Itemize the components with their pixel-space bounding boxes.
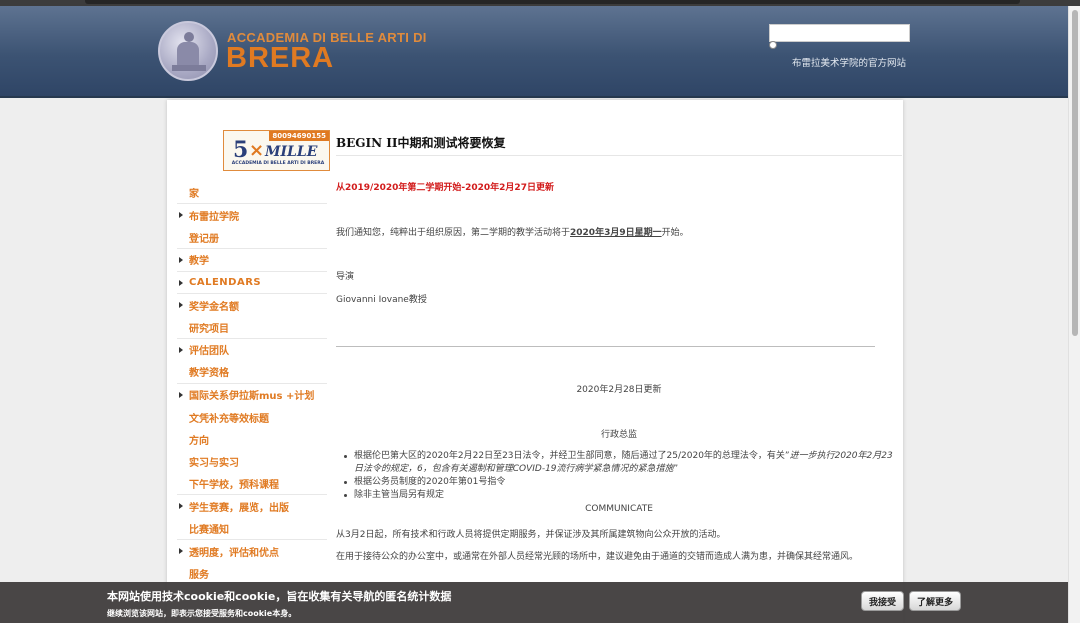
list-item: 除非主管当局另有规定 [342, 489, 900, 502]
p1-date: 2020年3月9日星期一 [570, 228, 662, 238]
sidebar-item[interactable]: 实习与实习 [177, 451, 327, 473]
triangle-right-icon [179, 346, 183, 353]
bullet1-text: 根据伦巴第大区的2020年2月22日至23日法令，并经卫生部同意，随后通过了25… [354, 451, 790, 461]
sidebar-item[interactable]: 研究项目 [177, 316, 327, 339]
logo-figure-body [177, 42, 199, 66]
sidebar-item[interactable]: 评估团队 [177, 339, 327, 361]
list-item: 根据伦巴第大区的2020年2月22日至23日法令，并经卫生部同意，随后通过了25… [342, 450, 900, 476]
sidebar-item-label: 文凭补充等效标题 [189, 413, 269, 425]
bullet-list: 根据伦巴第大区的2020年2月22日至23日法令，并经卫生部同意，随后通过了25… [342, 450, 900, 502]
triangle-right-icon [179, 301, 183, 308]
update-notice: 从2019/2020年第二学期开始-2020年2月27日更新 [336, 183, 554, 193]
5xmille-banner[interactable]: 80094690155 5 × MILLE ACCADEMIA DI BELLE… [223, 130, 330, 171]
triangle-right-icon [179, 503, 183, 510]
triangle-right-icon [179, 279, 183, 286]
banner-subtitle: ACCADEMIA DI BELLE ARTI DI BRERA [231, 161, 325, 166]
cookie-accept-button[interactable]: 我接受 [861, 591, 905, 611]
director-name: Giovanni Iovane教授 [336, 295, 427, 305]
triangle-right-icon [179, 391, 183, 398]
logo-medal-icon[interactable] [158, 21, 218, 81]
paragraph-staff: 从3月2日起，所有技术和行政人员将提供定期服务，并保证涉及其所属建筑物向公众开放… [336, 530, 726, 540]
banner-word: MILLE [265, 144, 318, 160]
cookie-subtitle: 继续浏览该网站，即表示您接受服务和cookie本身。 [107, 609, 297, 618]
sidebar-item[interactable]: 比赛通知 [177, 518, 327, 541]
header-tagline: 布雷拉美术学院的官方网站 [791, 58, 906, 69]
sidebar-item-label: 研究项目 [189, 323, 229, 335]
sidebar-item[interactable]: 布雷拉学院 [177, 204, 327, 226]
p1-before: 我们通知您，纯粹出于组织原因，第二学期的教学活动将于 [336, 228, 571, 238]
cookie-learn-more-button[interactable]: 了解更多 [909, 591, 962, 611]
sidebar-item-label: 教学 [189, 256, 209, 268]
paragraph-offices: 在用于接待公众的办公室中，或通常在外部人员经常光顾的场所中，建议避免由于通道的交… [336, 552, 859, 562]
triangle-right-icon [179, 548, 183, 555]
search-input[interactable] [769, 24, 910, 42]
sidebar-item-label: 实习与实习 [189, 458, 239, 470]
sidebar-item[interactable]: 方向 [177, 428, 327, 450]
sidebar-nav: 家布雷拉学院登记册教学 CALENDARS 奖学金名额研究项目评估团队教学资格国际关… [177, 182, 327, 585]
director-label: 导演 [336, 272, 355, 282]
sidebar-item-label: 布雷拉学院 [189, 212, 239, 224]
bullet1-end: ” [673, 464, 679, 474]
cookie-title: 本网站使用技术cookie和cookie，旨在收集有关导航的匿名统计数据 [107, 590, 452, 603]
scrollbar-thumb[interactable] [1072, 10, 1078, 336]
sidebar-item-label: 评估团队 [189, 346, 229, 358]
sidebar-item-label: 服务 [189, 570, 209, 582]
logo-figure-head [184, 32, 194, 42]
browser-address-strip [85, 0, 1020, 4]
admin-heading: 行政总监 [600, 430, 637, 440]
sidebar-item-label: 国际关系伊拉斯mus +计划 [189, 391, 315, 403]
sidebar-item-label: 下午学校，预科课程 [189, 480, 279, 492]
paragraph-start-date: 我们通知您，纯粹出于组织原因，第二学期的教学活动将于2020年3月9日星期一开始… [336, 225, 689, 238]
search-radio-icon[interactable] [769, 41, 777, 49]
sidebar-item[interactable]: 国际关系伊拉斯mus +计划 [177, 384, 327, 406]
banner-number: 5 [233, 137, 249, 163]
sidebar-item[interactable]: 文凭补充等效标题 [177, 406, 327, 428]
sidebar-item[interactable]: 家 [177, 182, 327, 205]
sidebar-item[interactable]: 教学 [177, 249, 327, 272]
title-divider [336, 155, 902, 156]
banner-code: 80094690155 [269, 131, 329, 141]
banner-cross: × [249, 140, 265, 161]
section-divider [336, 346, 875, 347]
triangle-right-icon [179, 212, 183, 219]
sidebar-item[interactable]: 奖学金名额 [177, 294, 327, 316]
sidebar-item-label: 奖学金名额 [189, 301, 239, 313]
list-item: 根据公务员制度的2020年第01号指令 [342, 476, 900, 489]
article-title: BEGIN II中期和测试将要恢复 [336, 136, 506, 150]
sidebar-item-label: 家 [189, 189, 199, 201]
site-header: ACCADEMIA DI BELLE ARTI DI BRERA [0, 6, 1068, 98]
p1-after: 开始。 [661, 228, 689, 238]
cookie-banner: 本网站使用技术cookie和cookie，旨在收集有关导航的匿名统计数据 继续浏… [0, 582, 1068, 623]
sidebar-item[interactable]: CALENDARS [177, 272, 327, 294]
sidebar-item[interactable]: 学生竞赛，展览，出版 [177, 495, 327, 517]
sidebar-item-label: 教学资格 [189, 368, 229, 380]
sidebar-item-label: 方向 [189, 435, 209, 447]
triangle-right-icon [179, 257, 183, 264]
sidebar-item[interactable]: 下午学校，预科课程 [177, 473, 327, 496]
communicate-heading: COMMUNICATE [585, 504, 653, 514]
sidebar-item-label: 学生竞赛，展览，出版 [189, 503, 289, 515]
sidebar-item-label: CALENDARS [189, 276, 262, 288]
sidebar-item-label: 透明度，评估和优点 [189, 547, 279, 559]
page-scrollbar[interactable] [1068, 6, 1080, 623]
sidebar-item[interactable]: 透明度，评估和优点 [177, 540, 327, 562]
logo-figure-base [172, 65, 206, 71]
sidebar-item[interactable]: 教学资格 [177, 361, 327, 384]
sidebar-item-label: 登记册 [189, 233, 219, 245]
sidebar-item[interactable]: 登记册 [177, 227, 327, 250]
sidebar-item-label: 比赛通知 [189, 525, 229, 537]
update-date-2: 2020年2月28日更新 [576, 385, 662, 395]
logo-line2[interactable]: BRERA [226, 42, 334, 75]
